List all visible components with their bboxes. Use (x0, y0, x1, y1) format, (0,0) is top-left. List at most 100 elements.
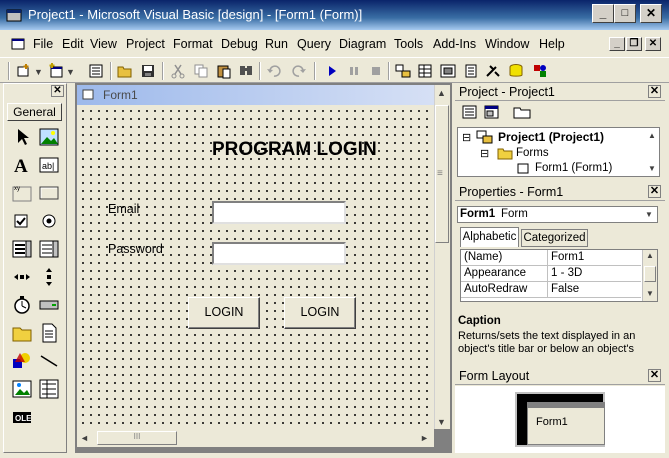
tree-expander-icon[interactable]: ⊟ (462, 131, 471, 144)
menu-add-ins[interactable]: Add-Ins (433, 37, 476, 51)
hscroll-bar-icon[interactable] (11, 266, 33, 288)
form1-title-bar[interactable]: Form1 (77, 85, 434, 105)
text-box-icon[interactable]: ab| (38, 154, 60, 176)
property-row[interactable]: Appearance 1 - 3D (461, 266, 641, 282)
mdi-minimize-button[interactable]: _ (609, 37, 625, 51)
login-button-1[interactable]: LOGIN (188, 297, 260, 329)
properties-close-button[interactable]: ✕ (648, 185, 661, 198)
file-list-box-icon[interactable] (38, 322, 60, 344)
props-scroll-thumb[interactable] (644, 266, 656, 282)
close-button[interactable]: ✕ (640, 4, 662, 23)
menu-file[interactable]: File (33, 37, 53, 51)
form-layout-icon[interactable] (440, 63, 456, 79)
project-explorer-icon[interactable] (395, 63, 411, 79)
command-button-icon[interactable] (38, 182, 60, 204)
email-field[interactable] (212, 201, 346, 224)
project-node[interactable]: Project1 (Project1) (498, 130, 604, 144)
tab-categorized[interactable]: Categorized (521, 229, 588, 247)
object-browser-icon[interactable] (463, 63, 479, 79)
toolbox-icon[interactable] (485, 63, 501, 79)
toolbox-close-button[interactable]: ✕ (51, 85, 64, 97)
minimize-button[interactable]: _ (592, 4, 614, 23)
horizontal-scroll-thumb[interactable]: III (97, 431, 177, 445)
menu-editor-icon[interactable] (88, 63, 104, 79)
line-icon[interactable] (38, 350, 60, 372)
combo-box-icon[interactable] (11, 238, 33, 260)
view-object-icon[interactable] (483, 104, 501, 120)
list-box-icon[interactable] (38, 238, 60, 260)
form-layout-close-button[interactable]: ✕ (648, 369, 661, 382)
scroll-down-icon[interactable]: ▼ (437, 417, 446, 427)
property-row[interactable]: AutoRedraw False (461, 282, 641, 298)
forms-folder-node[interactable]: Forms (516, 147, 549, 159)
props-scroll-down-icon[interactable]: ▼ (646, 289, 654, 298)
property-row[interactable]: (Name) Form1 (461, 250, 641, 266)
data-control-icon[interactable] (38, 378, 60, 400)
tab-alphabetic[interactable]: Alphabetic (460, 227, 519, 247)
frame-icon[interactable]: xy (11, 182, 33, 204)
undo-icon[interactable] (266, 63, 282, 79)
save-icon[interactable] (140, 63, 156, 79)
forms-expander-icon[interactable]: ⊟ (480, 147, 489, 160)
add-project-icon[interactable] (16, 63, 32, 79)
add-form-icon[interactable] (48, 63, 64, 79)
properties-icon[interactable] (417, 63, 433, 79)
component-manager-icon[interactable] (532, 63, 548, 79)
check-box-icon[interactable] (11, 210, 33, 232)
end-icon[interactable] (368, 63, 384, 79)
menu-view[interactable]: View (90, 37, 117, 51)
scroll-up-icon[interactable]: ▲ (437, 88, 446, 98)
mdi-restore-button[interactable]: ❐ (626, 37, 642, 51)
password-field[interactable] (212, 242, 346, 265)
menu-edit[interactable]: Edit (62, 37, 84, 51)
form1-node[interactable]: Form1 (Form1) (535, 162, 612, 174)
shape-icon[interactable] (11, 350, 33, 372)
add-project-dropdown-icon[interactable]: ▼ (34, 67, 43, 77)
start-icon[interactable] (324, 63, 340, 79)
redo-icon[interactable] (291, 63, 307, 79)
properties-scrollbar[interactable]: ▲ ▼ (642, 250, 657, 301)
picture-box-icon[interactable] (38, 126, 60, 148)
menu-window[interactable]: Window (485, 37, 529, 51)
toolbox-general-tab[interactable]: General (7, 103, 62, 121)
cut-icon[interactable] (170, 63, 186, 79)
drive-list-box-icon[interactable] (38, 294, 60, 316)
object-selector[interactable]: Form1 Form ▼ (457, 206, 658, 223)
menu-format[interactable]: Format (173, 37, 213, 51)
menu-run[interactable]: Run (265, 37, 288, 51)
menu-project[interactable]: Project (126, 37, 165, 51)
menu-debug[interactable]: Debug (221, 37, 258, 51)
open-icon[interactable] (117, 63, 133, 79)
tree-scroll-down-icon[interactable]: ▼ (648, 164, 656, 173)
label-icon[interactable]: A (11, 154, 33, 176)
view-code-icon[interactable] (461, 104, 479, 120)
find-icon[interactable] (238, 63, 254, 79)
paste-icon[interactable] (216, 63, 232, 79)
object-dropdown-icon[interactable]: ▼ (645, 210, 653, 219)
add-form-dropdown-icon[interactable]: ▼ (66, 67, 75, 77)
vscroll-bar-icon[interactable] (38, 266, 60, 288)
menu-query[interactable]: Query (297, 37, 331, 51)
timer-icon[interactable] (11, 294, 33, 316)
ole-icon[interactable]: OLE (11, 406, 33, 428)
image-icon[interactable] (11, 378, 33, 400)
data-view-icon[interactable] (508, 63, 524, 79)
dir-list-box-icon[interactable] (11, 322, 33, 344)
props-scroll-up-icon[interactable]: ▲ (646, 251, 654, 260)
menu-diagram[interactable]: Diagram (339, 37, 386, 51)
maximize-button[interactable]: □ (614, 4, 636, 23)
break-icon[interactable] (346, 63, 362, 79)
tree-scroll-up-icon[interactable]: ▲ (648, 131, 656, 140)
menu-help[interactable]: Help (539, 37, 565, 51)
pointer-icon[interactable] (11, 126, 33, 148)
scroll-right-icon[interactable]: ► (420, 433, 429, 443)
copy-icon[interactable] (193, 63, 209, 79)
scroll-left-icon[interactable]: ◄ (80, 433, 89, 443)
menu-tools[interactable]: Tools (394, 37, 423, 51)
login-button-2[interactable]: LOGIN (284, 297, 356, 329)
option-button-icon[interactable] (38, 210, 60, 232)
project-explorer-close-button[interactable]: ✕ (648, 85, 661, 98)
toggle-folders-icon[interactable] (512, 104, 532, 120)
form1-preview[interactable]: Form1 (527, 402, 605, 445)
mdi-close-button[interactable]: ✕ (645, 37, 661, 51)
